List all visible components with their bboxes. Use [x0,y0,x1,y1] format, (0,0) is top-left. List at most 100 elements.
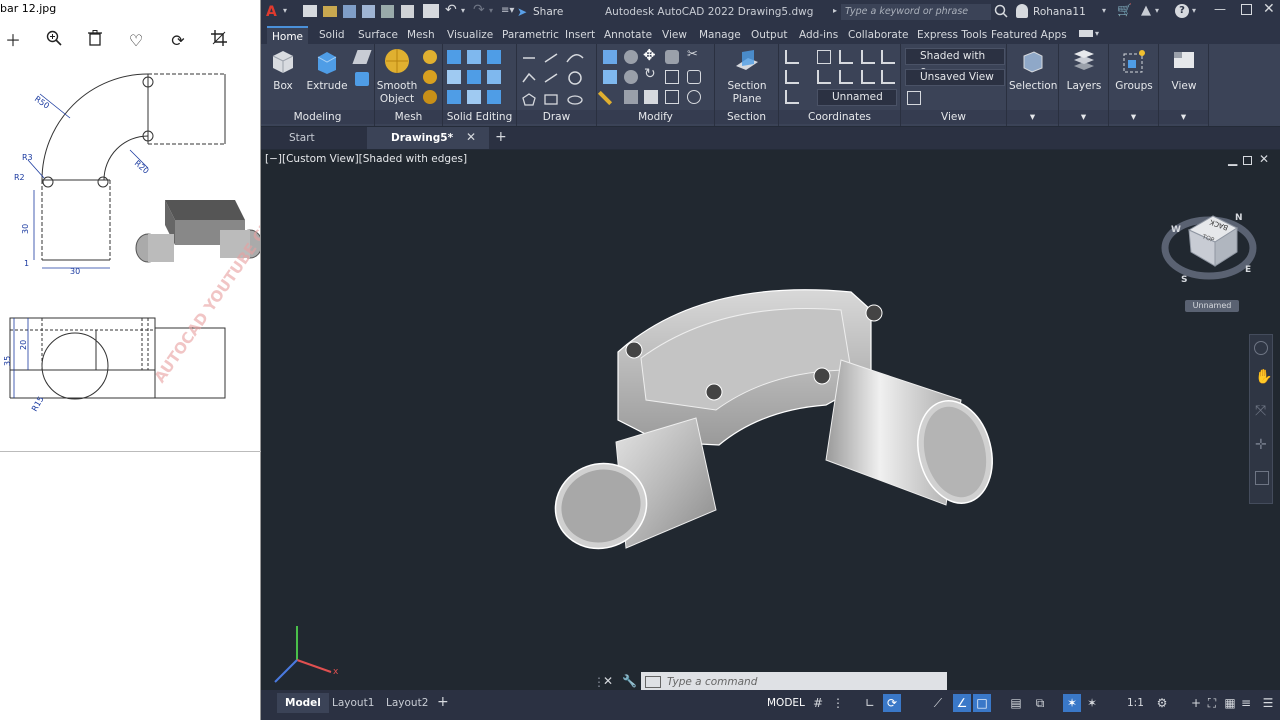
user-icon[interactable] [1016,4,1028,18]
doc-tab-start[interactable]: Start [265,127,367,149]
slice-icon[interactable] [467,70,481,84]
panel-label-modify[interactable]: Modify [597,110,714,124]
heart-icon[interactable]: ♡ [125,30,147,52]
zoom-in-icon[interactable] [43,30,65,52]
quick-access-customize-icon[interactable]: ≡▾ [501,5,514,16]
mesh-primitive-icon[interactable] [423,50,437,64]
redo-dropdown-icon[interactable]: ▾ [489,6,493,15]
lineweight-icon[interactable]: ▤ [1007,694,1025,712]
groups-button[interactable]: Groups [1111,48,1157,93]
smooth-more-icon[interactable] [423,70,437,84]
panel-label-groups-expand[interactable]: ▾ [1109,110,1158,124]
layers-button[interactable]: Layers [1061,48,1107,93]
smooth-object-button[interactable]: Smooth Object [375,48,419,106]
tab-manage[interactable]: Manage [694,26,746,44]
ribbon-options-dropdown-icon[interactable]: ▾ [1095,29,1099,38]
copy-icon[interactable] [665,70,679,84]
tab-surface[interactable]: Surface [353,26,403,44]
ucs-world-icon[interactable] [817,50,831,64]
redo-icon[interactable]: ↷ [473,2,485,18]
viewcube[interactable]: TOP BACK W N E S [1161,194,1257,290]
compass-s[interactable]: S [1181,275,1187,285]
polygon-icon[interactable] [522,93,536,106]
rotate-icon[interactable]: ⟳ [167,30,189,52]
tab-solid[interactable]: Solid [314,26,350,44]
search-input[interactable]: Type a keyword or phrase [841,4,991,20]
polar-tracking-icon[interactable]: ⟳ [883,694,901,712]
separate-icon[interactable] [487,90,501,104]
command-customize-icon[interactable]: 🔧 [622,674,637,688]
status-bar-menu-icon[interactable]: ≡ [1237,694,1255,712]
ucs-icon-properties-icon[interactable] [785,90,799,104]
ucs-y-icon[interactable] [881,50,895,64]
add-icon[interactable]: ＋ [2,30,24,52]
visual-style-dropdown[interactable]: Shaded with e... [905,48,1005,77]
tab-layout2[interactable]: Layout2 [378,693,436,713]
share-icon[interactable]: ➤ [517,5,527,19]
tab-home[interactable]: Home [267,26,309,44]
viewport-minimize-icon[interactable]: ▁ [1228,152,1237,166]
object-snap-tracking-icon[interactable]: ∠ [953,694,971,712]
ucs-z-icon[interactable] [861,70,875,84]
tab-add-ins[interactable]: Add-ins [794,26,843,44]
tab-express-tools[interactable]: Express Tools [912,26,992,44]
stretch-icon[interactable] [603,70,617,84]
ucs-x-icon[interactable] [861,50,875,64]
crop-icon[interactable] [208,30,230,52]
user-name[interactable]: Rohana11 [1033,6,1086,18]
compass-e[interactable]: E [1245,265,1251,275]
panel-label-section[interactable]: Section [715,110,778,124]
thicken-icon[interactable] [487,70,501,84]
panel-label-view-expand[interactable]: ▾ [1159,110,1208,124]
viewport-controls-label[interactable]: [−][Custom View][Shaded with edges] [265,153,467,165]
ucs-face-icon[interactable] [881,70,895,84]
isodraft-icon[interactable]: ⟋ [929,694,947,712]
undo-dropdown-icon[interactable]: ▾ [461,6,465,15]
ucs-icon[interactable] [785,50,799,64]
tab-output[interactable]: Output [746,26,792,44]
isolate-objects-icon[interactable]: ⛶ [1203,694,1221,712]
delete-icon[interactable] [84,30,106,52]
open-web-icon[interactable] [381,5,394,18]
extrude-button[interactable]: Extrude [305,48,349,93]
recent-commands-icon[interactable] [645,676,661,688]
imprint-icon[interactable] [467,90,481,104]
refine-mesh-icon[interactable] [423,90,437,104]
showmotion-icon[interactable] [1255,471,1269,485]
panel-label-solid-editing[interactable]: Solid Editing [443,110,516,124]
undo-icon[interactable]: ↶ [445,2,457,18]
save-web-icon[interactable] [401,5,414,18]
spline-icon[interactable] [522,72,536,83]
align-icon[interactable] [644,90,658,104]
view-button[interactable]: View [1161,48,1207,93]
tab-layout1[interactable]: Layout1 [324,693,382,713]
search-icon[interactable] [994,4,1008,21]
cart-icon[interactable]: 🛒 [1117,3,1132,17]
panel-label-draw[interactable]: Draw [517,110,596,124]
autodesk-app-icon[interactable]: ▲ [1141,3,1151,18]
save-icon[interactable] [343,5,356,18]
intersect-icon[interactable] [487,50,501,64]
ucs-menu-dropdown[interactable]: Unnamed [1185,300,1239,312]
tab-collaborate[interactable]: Collaborate [843,26,913,44]
section-plane-button[interactable]: Section Plane [719,48,775,106]
new-tab-plus-icon[interactable]: + [495,129,507,145]
tab-parametric[interactable]: Parametric [497,26,564,44]
panel-label-selection-expand[interactable]: ▾ [1007,110,1058,124]
compass-n[interactable]: N [1235,213,1243,223]
plot-icon[interactable] [423,4,439,18]
minimize-icon[interactable]: — [1214,2,1226,16]
app-store-dropdown-icon[interactable]: ▾ [1155,6,1159,15]
orbit-icon[interactable]: ✛ [1255,437,1267,453]
viewport-close-icon[interactable]: ✕ [1259,152,1269,166]
viewport-restore-icon[interactable] [1243,156,1252,165]
mirror-icon[interactable] [624,90,638,104]
selection-cycling-icon[interactable]: ⧉ [1031,694,1049,712]
panel-label-view[interactable]: View [901,110,1006,124]
help-icon[interactable]: ? [1175,4,1189,18]
model-space-button[interactable]: MODEL [767,697,805,709]
user-dropdown-icon[interactable]: ▾ [1102,6,1106,15]
polysolid-icon[interactable] [355,72,369,86]
auto-scale-icon[interactable]: ✶ [1083,694,1101,712]
viewport-config-icon[interactable] [907,91,921,105]
